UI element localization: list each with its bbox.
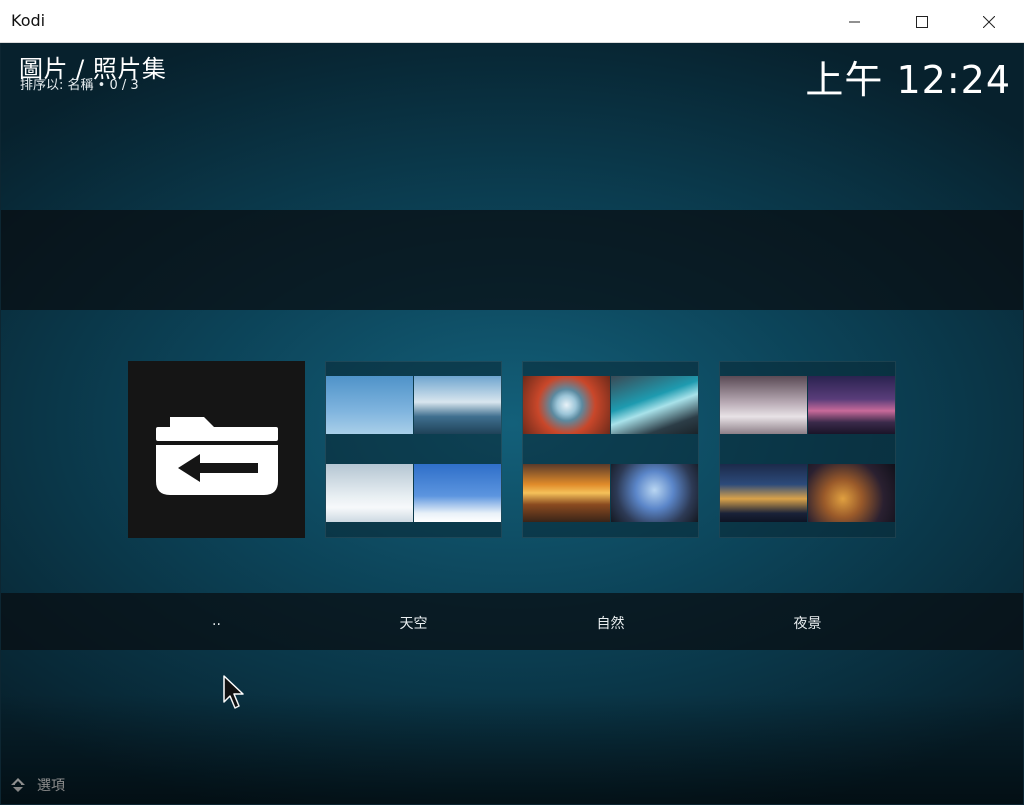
skyline-night-photo <box>720 464 807 522</box>
clock: 上午 12:24 <box>805 58 1011 102</box>
sky-photo <box>326 376 413 434</box>
options-label: 選項 <box>37 778 65 794</box>
options-icon <box>11 778 25 792</box>
sort-info: 排序以: 名稱 • 0 / 3 <box>20 78 139 93</box>
bridge-night-photo <box>808 376 895 434</box>
item-label-nightscape: 夜景 <box>793 616 822 632</box>
maximize-button[interactable] <box>899 0 945 43</box>
options-button[interactable]: 選項 <box>9 775 65 795</box>
close-icon <box>983 15 995 28</box>
folder-tile-nightscape[interactable] <box>719 361 896 538</box>
minimize-icon <box>849 21 860 22</box>
folder-tile-sky[interactable] <box>325 361 502 538</box>
tree-canopy-photo <box>611 464 698 522</box>
maximize-icon <box>916 15 928 28</box>
sunset-photo <box>523 464 610 522</box>
parent-folder-tile[interactable] <box>128 361 305 538</box>
clouds-photo <box>414 376 501 434</box>
window-titlebar: Kodi <box>0 0 1024 43</box>
city-lights-photo <box>808 464 895 522</box>
wave-photo <box>611 376 698 434</box>
mouse-cursor-icon <box>223 675 244 709</box>
window-title: Kodi <box>11 11 46 30</box>
foggy-city-photo <box>720 376 807 434</box>
kodi-main-area: 圖片 / 照片集 排序以: 名稱 • 0 / 3 上午 12:24 .. 天空 … <box>1 43 1023 804</box>
item-label-sky: 天空 <box>399 616 428 632</box>
blue-sky-photo <box>414 464 501 522</box>
item-label-nature: 自然 <box>596 616 625 632</box>
folder-tile-nature[interactable] <box>522 361 699 538</box>
close-button[interactable] <box>966 0 1012 43</box>
folder-back-icon <box>156 417 278 495</box>
item-label-parent: .. <box>212 613 221 629</box>
info-band <box>1 210 1023 310</box>
minimize-button[interactable] <box>832 0 878 43</box>
dandelion-photo <box>523 376 610 434</box>
cloud-sea-photo <box>326 464 413 522</box>
